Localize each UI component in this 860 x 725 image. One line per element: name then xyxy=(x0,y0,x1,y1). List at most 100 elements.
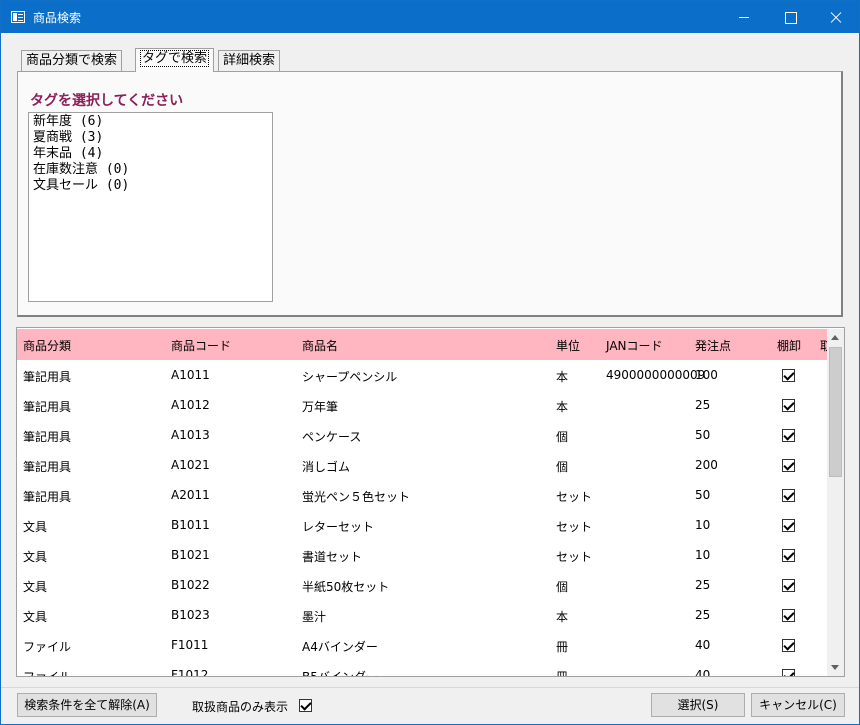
tag-listbox[interactable]: 新年度 (6) 夏商戦 (3) 年末品 (4) 在庫数注意 (0) 文具セール (0) xyxy=(28,112,273,302)
table-cell: F1011 xyxy=(171,638,209,652)
table-cell: A2011 xyxy=(171,488,210,502)
table-row[interactable]: 文具 B1023 墨汁 本 25 xyxy=(17,600,827,630)
tag-tab-panel: タグを選択してください 新年度 (6) 夏商戦 (3) 年末品 (4) 在庫数注意 (… xyxy=(17,71,843,317)
table-row[interactable]: 文具 B1022 半紙50枚セット 個 25 xyxy=(17,570,827,600)
only-handled-checkbox[interactable] xyxy=(299,699,312,712)
window-title: 商品検索 xyxy=(33,11,82,25)
table-cell: 書道セット xyxy=(302,550,363,564)
table-cell: 消しゴム xyxy=(302,460,351,474)
tag-list-item[interactable]: 文具セール (0) xyxy=(33,178,268,194)
footer-divider xyxy=(1,687,859,688)
inventory-checkbox[interactable] xyxy=(782,489,795,502)
table-cell: 半紙50枚セット xyxy=(302,580,390,594)
scroll-down-icon[interactable] xyxy=(827,659,844,676)
table-cell: 筆記用具 xyxy=(23,400,72,414)
tab-label: 商品分類で検索 xyxy=(26,53,118,68)
inventory-checkbox[interactable] xyxy=(782,399,795,412)
table-row[interactable]: 文具 B1021 書道セット セット 10 xyxy=(17,540,827,570)
column-header[interactable]: 単位 xyxy=(556,337,580,354)
table-row[interactable]: 文具 B1011 レターセット セット 10 xyxy=(17,510,827,540)
table-row[interactable]: 筆記用具 A1021 消しゴム 個 200 xyxy=(17,450,827,480)
column-header[interactable]: 商品名 xyxy=(302,337,338,354)
maximize-button[interactable] xyxy=(767,1,813,33)
table-cell: シャープペンシル xyxy=(302,370,398,384)
table-cell: 本 xyxy=(556,400,569,414)
table-cell: 50 xyxy=(695,488,711,502)
table-cell: B1022 xyxy=(171,578,210,592)
tag-list-item[interactable]: 年末品 (4) xyxy=(33,146,268,162)
table-cell: 10 xyxy=(695,548,711,562)
table-cell: 冊 xyxy=(556,670,569,677)
inventory-checkbox[interactable] xyxy=(782,639,795,652)
table-cell: 4900000000009 xyxy=(606,368,706,382)
inventory-checkbox[interactable] xyxy=(782,669,795,676)
tag-list-item[interactable]: 夏商戦 (3) xyxy=(33,130,268,146)
column-header[interactable]: 商品コード xyxy=(171,337,231,354)
inventory-checkbox[interactable] xyxy=(782,609,795,622)
clear-conditions-button[interactable]: 検索条件を全て解除(A) xyxy=(17,693,157,717)
table-cell: ファイル xyxy=(23,640,72,654)
inventory-checkbox[interactable] xyxy=(782,429,795,442)
table-cell: 個 xyxy=(556,430,569,444)
column-header[interactable]: JANコード xyxy=(606,337,663,354)
tab-detail-search[interactable]: 詳細検索 xyxy=(218,50,281,72)
only-handled-label: 取扱商品のみ表示 xyxy=(192,700,289,714)
table-cell: 本 xyxy=(556,370,569,384)
table-cell: A1011 xyxy=(171,368,210,382)
search-window: 商品検索 商品分類で検索 タグで検索 詳細検索 タグを選択してください 新年度 … xyxy=(0,0,860,725)
select-button[interactable]: 選択(S) xyxy=(651,693,745,717)
table-cell: F1012 xyxy=(171,668,209,677)
table-cell: 文具 xyxy=(23,520,48,534)
table-cell: 40 xyxy=(695,668,711,677)
table-cell: セット xyxy=(556,550,593,564)
inventory-checkbox[interactable] xyxy=(782,579,795,592)
table-row[interactable]: 筆記用具 A1013 ペンケース 個 50 xyxy=(17,420,827,450)
table-cell: B1023 xyxy=(171,608,210,622)
cancel-button[interactable]: キャンセル(C) xyxy=(751,693,845,717)
vertical-scrollbar[interactable] xyxy=(827,329,844,676)
table-cell: 万年筆 xyxy=(302,400,339,414)
scroll-thumb[interactable] xyxy=(829,347,842,477)
table-cell: 冊 xyxy=(556,640,569,654)
tag-list-item[interactable]: 在庫数注意 (0) xyxy=(33,162,268,178)
table-row[interactable]: 筆記用具 A1012 万年筆 本 25 xyxy=(17,390,827,420)
column-header[interactable]: 棚卸 xyxy=(777,337,801,354)
table-cell: 文具 xyxy=(23,550,48,564)
table-cell: 個 xyxy=(556,580,569,594)
table-cell: セット xyxy=(556,520,593,534)
tab-label: タグで検索 xyxy=(140,50,210,67)
title-bar: 商品検索 xyxy=(1,1,859,33)
table-row[interactable]: ファイル F1011 A4バインダー 冊 40 xyxy=(17,630,827,660)
table-cell: A1021 xyxy=(171,458,210,472)
table-cell: A4バインダー xyxy=(302,640,378,654)
inventory-checkbox[interactable] xyxy=(782,369,795,382)
close-button[interactable] xyxy=(813,1,859,33)
tab-label: 詳細検索 xyxy=(223,53,276,68)
table-cell: 100 xyxy=(695,368,718,382)
table-cell: 筆記用具 xyxy=(23,370,72,384)
inventory-checkbox[interactable] xyxy=(782,519,795,532)
column-header[interactable]: 発注点 xyxy=(695,337,731,354)
scroll-up-icon[interactable] xyxy=(827,329,844,346)
table-cell: セット xyxy=(556,490,593,504)
table-cell: 筆記用具 xyxy=(23,430,72,444)
inventory-checkbox[interactable] xyxy=(782,549,795,562)
table-row[interactable]: 筆記用具 A1011 シャープペンシル 本 4900000000009 100 xyxy=(17,360,827,390)
table-cell: ファイル xyxy=(23,670,72,677)
minimize-button[interactable] xyxy=(721,1,767,33)
table-cell: 50 xyxy=(695,428,711,442)
inventory-checkbox[interactable] xyxy=(782,459,795,472)
table-cell: A1012 xyxy=(171,398,210,412)
grid-header: 商品分類 商品コード 商品名 単位 JANコード 発注点 棚卸取 xyxy=(17,329,832,360)
table-cell: 筆記用具 xyxy=(23,490,72,504)
table-cell: 25 xyxy=(695,398,711,412)
product-grid[interactable]: 商品分類 商品コード 商品名 単位 JANコード 発注点 棚卸取 筆記用具 A1011 シャープ… xyxy=(16,327,845,677)
column-header[interactable]: 商品分類 xyxy=(23,337,71,354)
tab-category-search[interactable]: 商品分類で検索 xyxy=(21,50,123,72)
table-cell: 筆記用具 xyxy=(23,460,72,474)
table-row[interactable]: 筆記用具 A2011 蛍光ペン５色セット セット 50 xyxy=(17,480,827,510)
tab-tag-search[interactable]: タグで検索 xyxy=(135,48,215,72)
table-row[interactable]: ファイル F1012 B5バインダー 冊 40 xyxy=(17,660,827,677)
tag-list-item[interactable]: 新年度 (6) xyxy=(33,114,268,130)
table-cell: 40 xyxy=(695,638,711,652)
